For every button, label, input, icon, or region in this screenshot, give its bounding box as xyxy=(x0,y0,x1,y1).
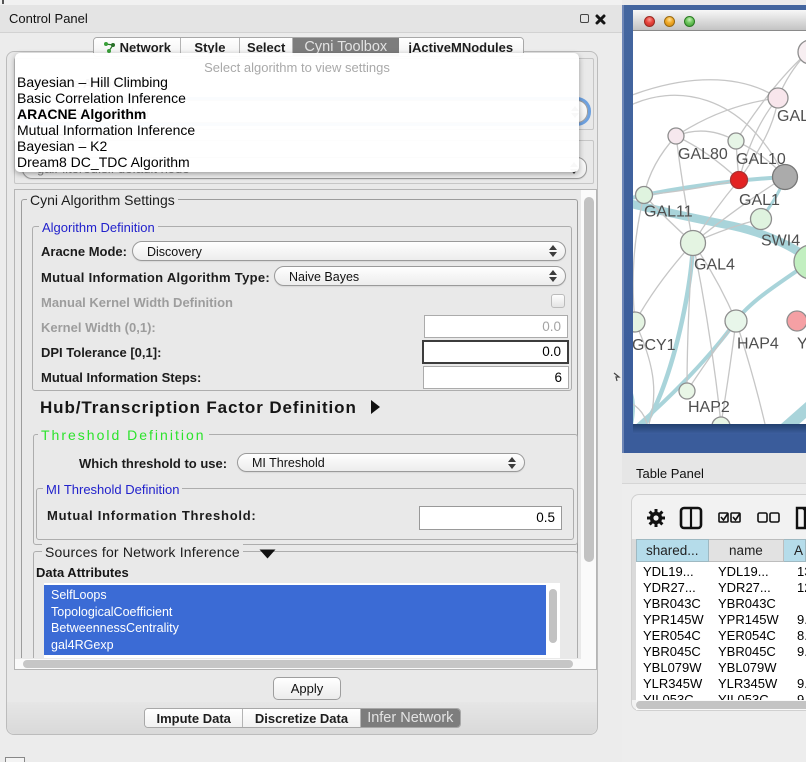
svg-text:HAP4: HAP4 xyxy=(737,336,779,353)
svg-text:HAP2: HAP2 xyxy=(688,399,730,416)
svg-text:SWI4: SWI4 xyxy=(761,233,800,250)
svg-text:GAL80: GAL80 xyxy=(678,146,728,163)
svg-text:GAL1: GAL1 xyxy=(739,192,780,209)
svg-text:GAL4: GAL4 xyxy=(694,257,735,274)
svg-text:YN: YN xyxy=(797,336,806,353)
svg-text:GAL10: GAL10 xyxy=(736,151,786,168)
svg-text:GAL11: GAL11 xyxy=(644,204,693,221)
svg-text:GAL7: GAL7 xyxy=(777,108,806,125)
svg-text:GCY1: GCY1 xyxy=(633,337,676,354)
